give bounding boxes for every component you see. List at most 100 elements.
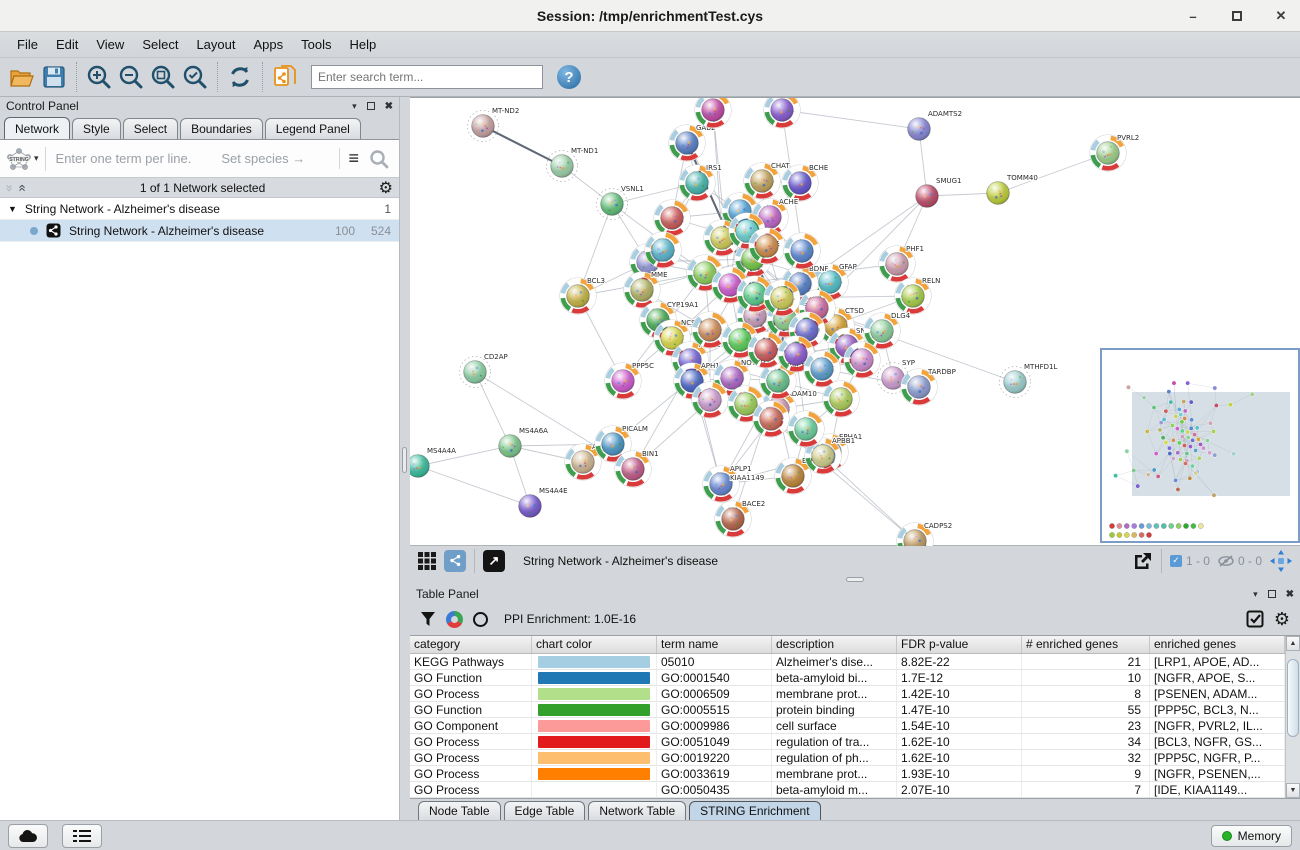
column-header-description[interactable]: description [772, 636, 897, 653]
column-header-category[interactable]: category [410, 636, 532, 653]
zoom-out-icon[interactable] [115, 61, 147, 93]
table-settings-gear-icon[interactable]: ⚙ [1274, 609, 1290, 630]
menu-item-view[interactable]: View [87, 34, 133, 55]
export-network-icon[interactable] [1131, 551, 1153, 571]
pan-compass-icon[interactable] [1270, 550, 1292, 572]
table-row[interactable]: KEGG Pathways05010Alzheimer's dise...8.8… [410, 654, 1285, 670]
open-folder-icon[interactable] [6, 61, 38, 93]
table-row[interactable]: GO ProcessGO:0019220regulation of ph...1… [410, 750, 1285, 766]
network-collection-row[interactable]: ▼ String Network - Alzheimer's disease 1 [0, 198, 399, 220]
network-from-file-icon[interactable] [269, 61, 301, 93]
column-header-FDR-p-value[interactable]: FDR p-value [897, 636, 1022, 653]
select-columns-icon[interactable] [1246, 610, 1264, 628]
tab-select[interactable]: Select [123, 118, 178, 139]
network-node-DLG4[interactable]: DLG4 [864, 312, 911, 349]
task-history-button[interactable] [62, 824, 102, 848]
network-node[interactable] [788, 411, 824, 447]
network-node-BACE2[interactable]: BACE2 [715, 500, 765, 537]
save-icon[interactable] [38, 61, 70, 93]
table-row[interactable]: GO ProcessGO:0050435beta-amyloid m...2.0… [410, 782, 1285, 798]
panel-maximize-icon[interactable] [1268, 590, 1276, 598]
grid-view-icon[interactable] [418, 552, 436, 570]
menu-item-layout[interactable]: Layout [187, 34, 244, 55]
menu-item-file[interactable]: File [8, 34, 47, 55]
string-options-icon[interactable]: ≡ [348, 148, 359, 169]
column-header-chart-color[interactable]: chart color [532, 636, 657, 653]
network-node[interactable] [764, 280, 800, 316]
tree-expand-icon[interactable]: ▼ [8, 204, 17, 214]
scroll-down-icon[interactable]: ▼ [1286, 783, 1300, 798]
scrollbar-thumb[interactable] [1287, 659, 1299, 737]
zoom-fit-icon[interactable] [147, 61, 179, 93]
cloud-button[interactable] [8, 824, 48, 848]
network-node-GAB2[interactable]: GAB2 [669, 124, 716, 161]
network-node-CADPS2[interactable]: CADPS2 [897, 522, 952, 546]
birds-eye-view[interactable] [1100, 348, 1300, 543]
string-search-icon[interactable] [369, 149, 389, 169]
network-node-BCL3[interactable]: BCL3 [560, 277, 605, 314]
network-node-MT-ND2[interactable]: MT-ND2 [468, 107, 520, 142]
network-node-PPP5C[interactable]: PPP5C [605, 362, 654, 399]
table-row[interactable]: GO ProcessGO:0006509membrane prot...1.42… [410, 686, 1285, 702]
close-icon[interactable]: ✕ [1272, 7, 1290, 25]
expand-all-icon[interactable]: « [18, 184, 28, 191]
collapse-all-icon[interactable]: » [5, 184, 15, 191]
scroll-up-icon[interactable]: ▲ [1286, 636, 1300, 651]
memory-button[interactable]: Memory [1211, 825, 1292, 847]
network-node[interactable] [784, 233, 820, 269]
table-row[interactable]: GO ComponentGO:0009986cell surface1.54E-… [410, 718, 1285, 734]
refresh-icon[interactable] [224, 61, 256, 93]
panel-float-icon[interactable]: ▾ [1253, 589, 1258, 600]
detach-view-icon[interactable]: ↗ [483, 550, 505, 572]
network-node-MS4A4E[interactable]: MS4A4E [519, 487, 568, 517]
table-row[interactable]: GO FunctionGO:0001540beta-amyloid bi...1… [410, 670, 1285, 686]
panel-splitter-vertical[interactable] [400, 97, 410, 820]
network-node-MTHFD1L[interactable]: MTHFD1L [1000, 363, 1058, 398]
enrichment-chart-icon[interactable] [446, 611, 463, 628]
column-header--enriched-genes[interactable]: # enriched genes [1022, 636, 1150, 653]
table-row[interactable]: GO FunctionGO:0005515protein binding1.47… [410, 702, 1285, 718]
network-node[interactable] [654, 200, 690, 236]
filter-icon[interactable] [420, 611, 436, 627]
panel-splitter-horizontal[interactable] [410, 575, 1300, 585]
minimize-icon[interactable]: – [1184, 7, 1202, 25]
network-row[interactable]: String Network - Alzheimer's disease 100… [0, 220, 399, 242]
search-input[interactable] [311, 65, 543, 89]
menu-item-tools[interactable]: Tools [292, 34, 340, 55]
network-node-PVRL2[interactable]: PVRL2 [1090, 134, 1139, 171]
zoom-selected-icon[interactable] [179, 61, 211, 93]
panel-float-icon[interactable]: ▾ [352, 101, 357, 112]
network-node-VSNL1[interactable]: VSNL1 [597, 185, 644, 220]
tab-network-table[interactable]: Network Table [588, 801, 686, 820]
network-node[interactable] [728, 386, 764, 422]
table-row[interactable]: GO ProcessGO:0033619membrane prot...1.93… [410, 766, 1285, 782]
zoom-in-icon[interactable] [83, 61, 115, 93]
network-node[interactable] [753, 401, 789, 437]
string-term-input[interactable]: Enter one term per line. Set species → [46, 151, 340, 166]
tab-network[interactable]: Network [4, 117, 70, 139]
network-node[interactable] [764, 98, 800, 128]
tab-style[interactable]: Style [72, 118, 121, 139]
network-node-PHF1[interactable]: PHF1 [879, 245, 924, 282]
network-node-RELN[interactable]: RELN [895, 277, 941, 314]
menu-item-apps[interactable]: Apps [245, 34, 293, 55]
tab-legend-panel[interactable]: Legend Panel [265, 118, 361, 139]
network-canvas[interactable]: MT-ND2MT-ND1VSNL1GAB2IRS1CHATBCHEACHEAPO… [410, 97, 1300, 545]
tab-string-enrichment[interactable]: STRING Enrichment [689, 801, 820, 820]
share-network-icon[interactable] [444, 550, 466, 572]
menu-item-help[interactable]: Help [341, 34, 386, 55]
remove-chart-icon[interactable] [473, 612, 488, 627]
network-node-MS4A4A[interactable]: MS4A4A [410, 447, 456, 477]
network-node[interactable] [692, 382, 728, 418]
string-protein-query-selector[interactable]: STRING ▾ [6, 147, 46, 171]
panel-maximize-icon[interactable] [367, 102, 375, 110]
network-node[interactable] [844, 342, 880, 378]
network-node-CD2AP[interactable]: CD2AP [460, 353, 508, 388]
gear-icon[interactable]: ⚙ [379, 178, 393, 198]
menu-item-edit[interactable]: Edit [47, 34, 87, 55]
splitter-grip[interactable] [402, 447, 407, 473]
tab-boundaries[interactable]: Boundaries [180, 118, 263, 139]
network-node[interactable] [823, 381, 859, 417]
network-node-TARDBP[interactable]: TARDBP [901, 368, 956, 405]
splitter-grip[interactable] [846, 577, 864, 582]
